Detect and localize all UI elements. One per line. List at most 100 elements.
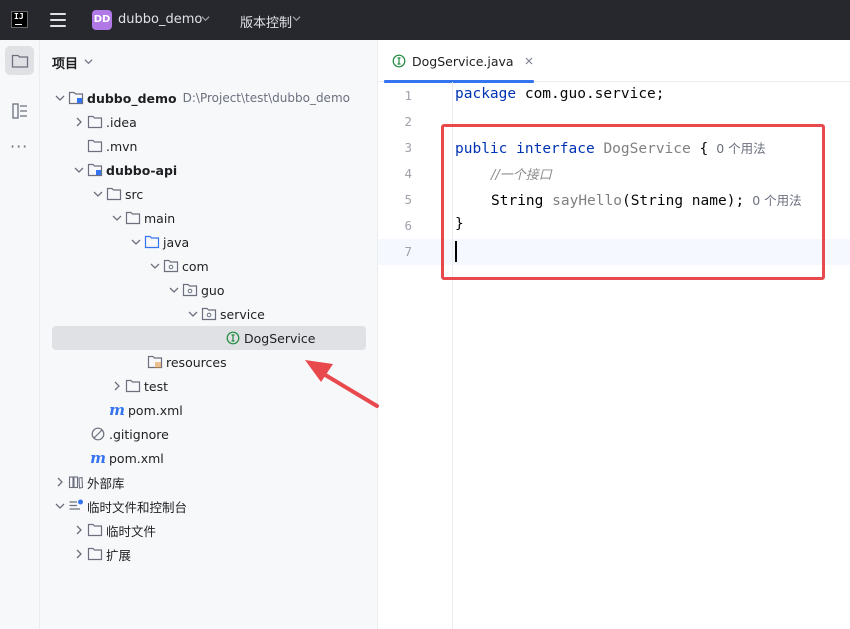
folder-icon <box>87 138 103 154</box>
tree-item-extensions[interactable]: 扩展 <box>52 542 366 566</box>
chevron-down-icon[interactable] <box>166 282 182 298</box>
hamburger-menu-icon[interactable] <box>50 13 66 27</box>
tree-item-external-libraries[interactable]: 外部库 <box>52 470 366 494</box>
package-icon <box>201 306 217 322</box>
project-badge[interactable]: DD <box>92 10 112 30</box>
tree-item-label: service <box>220 306 265 322</box>
chevron-down-icon[interactable] <box>128 234 144 250</box>
tree-item-src[interactable]: src <box>52 182 366 206</box>
panel-title[interactable]: 项目 <box>52 53 78 72</box>
line-number: 6 <box>404 218 412 233</box>
chevron-down-icon[interactable] <box>292 14 301 23</box>
tree-item-label: .gitignore <box>109 426 169 442</box>
code-line-1: package com.guo.service; <box>455 86 665 102</box>
interface-icon <box>225 330 241 346</box>
chevron-right-icon[interactable] <box>71 522 87 538</box>
active-tab-indicator <box>384 80 534 83</box>
project-panel: 项目 dubbo_demo D:\Project\test\dubbo_demo… <box>40 40 378 629</box>
tree-item-label: resources <box>166 354 227 370</box>
chevron-down-icon[interactable] <box>185 306 201 322</box>
chevron-down-icon[interactable] <box>201 14 210 23</box>
tree-item-guo[interactable]: guo <box>52 278 366 302</box>
line-number: 3 <box>404 140 412 155</box>
tree-item-idea[interactable]: .idea <box>52 110 366 134</box>
folder-icon <box>11 54 28 68</box>
maven-icon: m <box>90 449 106 467</box>
chevron-right-icon[interactable] <box>52 474 68 490</box>
tree-item-service[interactable]: service <box>52 302 366 326</box>
package-icon <box>182 282 198 298</box>
tree-item-label: 临时文件 <box>106 523 157 539</box>
chevron-right-icon[interactable] <box>71 546 87 562</box>
tree-item-dubbo-api[interactable]: dubbo-api <box>52 158 366 182</box>
close-icon[interactable] <box>524 56 534 66</box>
tree-item-label: main <box>144 210 176 226</box>
title-bar: IJ DD dubbo_demo 版本控制 <box>0 0 850 40</box>
chevron-down-icon[interactable] <box>84 57 93 66</box>
tree-item-label: com <box>182 258 209 274</box>
package-icon <box>163 258 179 274</box>
scratches-icon <box>68 498 84 514</box>
line-number: 7 <box>404 244 412 259</box>
folder-icon <box>125 378 141 394</box>
intellij-logo-icon[interactable]: IJ <box>11 11 28 28</box>
tree-item-main[interactable]: main <box>52 206 366 230</box>
chevron-right-icon[interactable] <box>109 378 125 394</box>
tool-window-strip: ··· <box>0 40 40 629</box>
module-folder-icon <box>68 90 84 106</box>
line-number: 4 <box>404 166 412 181</box>
chevron-down-icon[interactable] <box>109 210 125 226</box>
tree-item-pom-xml[interactable]: m pom.xml <box>52 446 366 470</box>
folder-icon <box>87 546 103 562</box>
tab-dogservice-java[interactable]: DogService.java <box>384 40 534 83</box>
tree-item-label: .idea <box>106 114 137 130</box>
tab-label: DogService.java <box>412 53 514 69</box>
tree-item-label: dubbo_demo <box>87 90 177 106</box>
chevron-down-icon[interactable] <box>52 90 68 106</box>
annotation-highlight-box <box>441 124 825 280</box>
line-number: 1 <box>404 88 412 103</box>
chevron-down-icon[interactable] <box>52 498 68 514</box>
folder-icon <box>125 210 141 226</box>
source-folder-icon <box>144 234 160 250</box>
resources-folder-icon <box>147 354 163 370</box>
structure-icon[interactable] <box>11 102 29 120</box>
ignored-file-icon <box>90 426 106 442</box>
library-icon <box>68 474 84 490</box>
tree-item-scratches-consoles[interactable]: 临时文件和控制台 <box>52 494 366 518</box>
more-icon[interactable]: ··· <box>10 139 30 155</box>
tree-item-label: 临时文件和控制台 <box>87 499 188 515</box>
folder-icon <box>106 186 122 202</box>
tree-item-label: src <box>125 186 144 202</box>
tree-item-label: dubbo-api <box>106 162 178 178</box>
tree-item-label: guo <box>201 282 225 298</box>
tree-item-com[interactable]: com <box>52 254 366 278</box>
tree-item-label: 扩展 <box>106 547 132 563</box>
tree-item-java[interactable]: java <box>52 230 366 254</box>
line-number: 5 <box>404 192 412 207</box>
tree-item-label: test <box>144 378 169 394</box>
chevron-down-icon[interactable] <box>147 258 163 274</box>
tree-item-scratches[interactable]: 临时文件 <box>52 518 366 542</box>
project-path: D:\Project\test\dubbo_demo <box>182 91 350 105</box>
tree-item-mvn[interactable]: .mvn <box>52 134 366 158</box>
tree-item-dubbo-demo[interactable]: dubbo_demo D:\Project\test\dubbo_demo <box>52 86 366 110</box>
vcs-menu[interactable]: 版本控制 <box>240 12 292 31</box>
tree-item-label: pom.xml <box>109 450 164 466</box>
chevron-down-icon[interactable] <box>71 162 87 178</box>
project-tool-button[interactable] <box>5 46 34 75</box>
tree-item-label: 外部库 <box>87 475 125 491</box>
project-name[interactable]: dubbo_demo <box>118 12 202 27</box>
chevron-right-icon[interactable] <box>71 114 87 130</box>
chevron-down-icon[interactable] <box>90 186 106 202</box>
editor-tab-bar: DogService.java <box>378 40 850 83</box>
line-number: 2 <box>404 114 412 129</box>
module-folder-icon <box>87 162 103 178</box>
tree-item-label: pom.xml <box>128 402 183 418</box>
logo-text: IJ <box>14 12 24 21</box>
folder-icon <box>87 522 103 538</box>
folder-icon <box>87 114 103 130</box>
interface-icon <box>392 54 406 68</box>
maven-icon: m <box>109 401 125 419</box>
tree-item-gitignore[interactable]: .gitignore <box>52 422 366 446</box>
